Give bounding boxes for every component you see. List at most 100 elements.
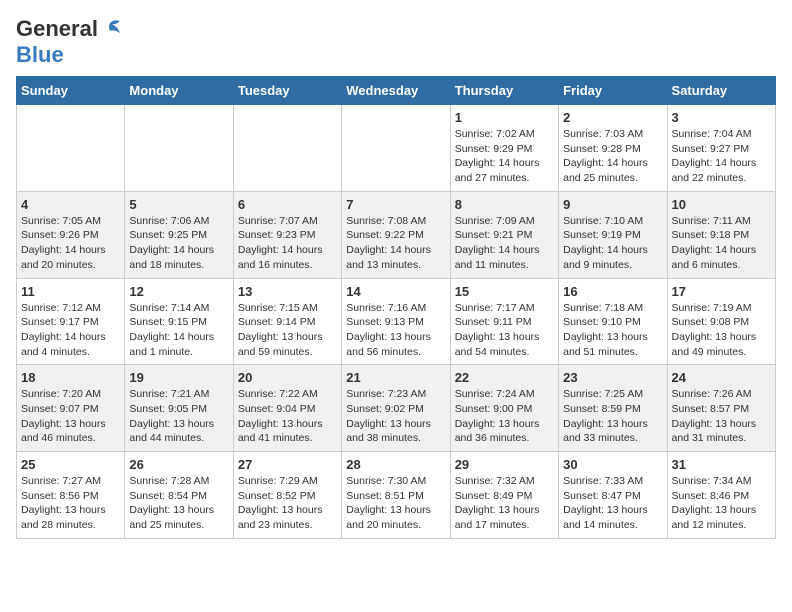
calendar-day-cell: 9 Sunrise: 7:10 AM Sunset: 9:19 PM Daylig… [559,191,667,278]
calendar-day-cell: 1 Sunrise: 7:02 AM Sunset: 9:29 PM Daylig… [450,105,558,192]
day-info: Sunrise: 7:33 AM Sunset: 8:47 PM Dayligh… [563,474,662,533]
day-number: 27 [238,457,337,472]
day-number: 13 [238,284,337,299]
col-header-monday: Monday [125,77,233,105]
day-info: Sunrise: 7:32 AM Sunset: 8:49 PM Dayligh… [455,474,554,533]
logo-blue-text: Blue [16,42,64,67]
day-info: Sunrise: 7:06 AM Sunset: 9:25 PM Dayligh… [129,214,228,273]
day-info: Sunrise: 7:19 AM Sunset: 9:08 PM Dayligh… [672,301,771,360]
calendar-day-cell: 27 Sunrise: 7:29 AM Sunset: 8:52 PM Dayli… [233,452,341,539]
day-number: 30 [563,457,662,472]
day-number: 23 [563,370,662,385]
day-number: 6 [238,197,337,212]
calendar-day-cell: 14 Sunrise: 7:16 AM Sunset: 9:13 PM Dayli… [342,278,450,365]
day-number: 25 [21,457,120,472]
calendar-day-cell: 5 Sunrise: 7:06 AM Sunset: 9:25 PM Daylig… [125,191,233,278]
day-number: 11 [21,284,120,299]
day-info: Sunrise: 7:20 AM Sunset: 9:07 PM Dayligh… [21,387,120,446]
calendar-day-cell: 11 Sunrise: 7:12 AM Sunset: 9:17 PM Dayli… [17,278,125,365]
logo-bird-icon [100,19,122,37]
calendar-day-cell [342,105,450,192]
day-info: Sunrise: 7:02 AM Sunset: 9:29 PM Dayligh… [455,127,554,186]
calendar-day-cell: 25 Sunrise: 7:27 AM Sunset: 8:56 PM Dayli… [17,452,125,539]
day-number: 4 [21,197,120,212]
calendar-day-cell: 28Sunrise: 7:30 AM Sunset: 8:51 PM Dayli… [342,452,450,539]
calendar-day-cell: 18 Sunrise: 7:20 AM Sunset: 9:07 PM Dayli… [17,365,125,452]
day-number: 15 [455,284,554,299]
day-info: Sunrise: 7:22 AM Sunset: 9:04 PM Dayligh… [238,387,337,446]
calendar-day-cell [17,105,125,192]
calendar-week-row: 11 Sunrise: 7:12 AM Sunset: 9:17 PM Dayli… [17,278,776,365]
day-number: 1 [455,110,554,125]
calendar-week-row: 4 Sunrise: 7:05 AM Sunset: 9:26 PM Daylig… [17,191,776,278]
day-info: Sunrise: 7:03 AM Sunset: 9:28 PM Dayligh… [563,127,662,186]
calendar-day-cell: 29 Sunrise: 7:32 AM Sunset: 8:49 PM Dayli… [450,452,558,539]
calendar-day-cell: 13 Sunrise: 7:15 AM Sunset: 9:14 PM Dayli… [233,278,341,365]
calendar-day-cell: 22Sunrise: 7:24 AM Sunset: 9:00 PM Dayli… [450,365,558,452]
calendar-day-cell: 20 Sunrise: 7:22 AM Sunset: 9:04 PM Dayli… [233,365,341,452]
calendar-day-cell: 16 Sunrise: 7:18 AM Sunset: 9:10 PM Dayli… [559,278,667,365]
calendar-day-cell: 21 Sunrise: 7:23 AM Sunset: 9:02 PM Dayli… [342,365,450,452]
day-number: 22 [455,370,554,385]
day-number: 5 [129,197,228,212]
day-number: 31 [672,457,771,472]
day-info: Sunrise: 7:07 AM Sunset: 9:23 PM Dayligh… [238,214,337,273]
day-number: 9 [563,197,662,212]
day-info: Sunrise: 7:26 AM Sunset: 8:57 PM Dayligh… [672,387,771,446]
day-info: Sunrise: 7:30 AM Sunset: 8:51 PM Dayligh… [346,474,445,533]
calendar-header-row: SundayMondayTuesdayWednesdayThursdayFrid… [17,77,776,105]
day-info: Sunrise: 7:25 AM Sunset: 8:59 PM Dayligh… [563,387,662,446]
day-info: Sunrise: 7:08 AM Sunset: 9:22 PM Dayligh… [346,214,445,273]
calendar-day-cell: 10Sunrise: 7:11 AM Sunset: 9:18 PM Dayli… [667,191,775,278]
calendar-day-cell: 31 Sunrise: 7:34 AM Sunset: 8:46 PM Dayli… [667,452,775,539]
col-header-thursday: Thursday [450,77,558,105]
calendar-day-cell: 7 Sunrise: 7:08 AM Sunset: 9:22 PM Daylig… [342,191,450,278]
day-info: Sunrise: 7:34 AM Sunset: 8:46 PM Dayligh… [672,474,771,533]
day-info: Sunrise: 7:11 AM Sunset: 9:18 PM Dayligh… [672,214,771,273]
logo: General Blue [16,16,122,68]
day-info: Sunrise: 7:23 AM Sunset: 9:02 PM Dayligh… [346,387,445,446]
col-header-saturday: Saturday [667,77,775,105]
day-info: Sunrise: 7:29 AM Sunset: 8:52 PM Dayligh… [238,474,337,533]
col-header-sunday: Sunday [17,77,125,105]
calendar-day-cell: 4 Sunrise: 7:05 AM Sunset: 9:26 PM Daylig… [17,191,125,278]
day-info: Sunrise: 7:10 AM Sunset: 9:19 PM Dayligh… [563,214,662,273]
col-header-wednesday: Wednesday [342,77,450,105]
day-number: 29 [455,457,554,472]
day-number: 24 [672,370,771,385]
calendar-day-cell: 2 Sunrise: 7:03 AM Sunset: 9:28 PM Daylig… [559,105,667,192]
calendar-day-cell: 12Sunrise: 7:14 AM Sunset: 9:15 PM Dayli… [125,278,233,365]
day-number: 19 [129,370,228,385]
day-info: Sunrise: 7:17 AM Sunset: 9:11 PM Dayligh… [455,301,554,360]
logo-general-text: General [16,16,98,42]
calendar-week-row: 18 Sunrise: 7:20 AM Sunset: 9:07 PM Dayli… [17,365,776,452]
day-info: Sunrise: 7:12 AM Sunset: 9:17 PM Dayligh… [21,301,120,360]
day-number: 17 [672,284,771,299]
calendar-day-cell: 30 Sunrise: 7:33 AM Sunset: 8:47 PM Dayli… [559,452,667,539]
calendar-day-cell: 23 Sunrise: 7:25 AM Sunset: 8:59 PM Dayli… [559,365,667,452]
page-header: General Blue [16,16,776,68]
day-number: 14 [346,284,445,299]
day-info: Sunrise: 7:16 AM Sunset: 9:13 PM Dayligh… [346,301,445,360]
day-number: 3 [672,110,771,125]
day-info: Sunrise: 7:27 AM Sunset: 8:56 PM Dayligh… [21,474,120,533]
calendar-day-cell: 26Sunrise: 7:28 AM Sunset: 8:54 PM Dayli… [125,452,233,539]
day-number: 2 [563,110,662,125]
day-number: 16 [563,284,662,299]
day-info: Sunrise: 7:05 AM Sunset: 9:26 PM Dayligh… [21,214,120,273]
day-info: Sunrise: 7:04 AM Sunset: 9:27 PM Dayligh… [672,127,771,186]
col-header-friday: Friday [559,77,667,105]
calendar-day-cell: 8Sunrise: 7:09 AM Sunset: 9:21 PM Daylig… [450,191,558,278]
day-info: Sunrise: 7:15 AM Sunset: 9:14 PM Dayligh… [238,301,337,360]
day-number: 20 [238,370,337,385]
calendar-day-cell: 19Sunrise: 7:21 AM Sunset: 9:05 PM Dayli… [125,365,233,452]
day-number: 7 [346,197,445,212]
calendar-day-cell: 15 Sunrise: 7:17 AM Sunset: 9:11 PM Dayli… [450,278,558,365]
calendar-day-cell: 17 Sunrise: 7:19 AM Sunset: 9:08 PM Dayli… [667,278,775,365]
day-number: 18 [21,370,120,385]
col-header-tuesday: Tuesday [233,77,341,105]
day-number: 26 [129,457,228,472]
day-info: Sunrise: 7:18 AM Sunset: 9:10 PM Dayligh… [563,301,662,360]
day-info: Sunrise: 7:14 AM Sunset: 9:15 PM Dayligh… [129,301,228,360]
day-number: 21 [346,370,445,385]
